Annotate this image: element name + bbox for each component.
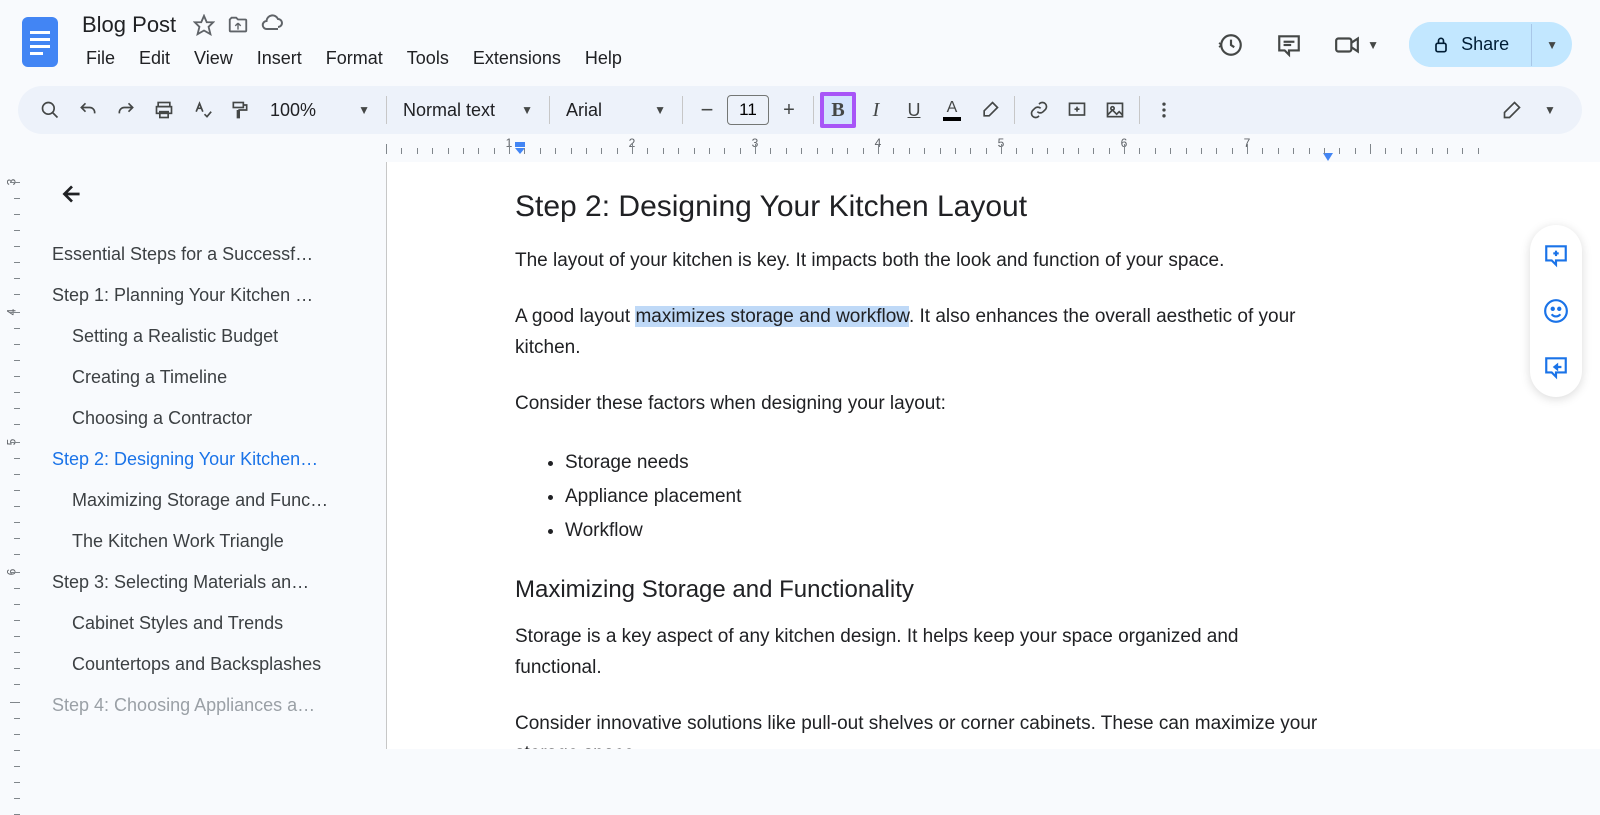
suggest-edits-icon[interactable] xyxy=(1538,349,1574,385)
vertical-ruler[interactable]: 3456 xyxy=(0,162,28,749)
docs-logo-icon[interactable] xyxy=(18,14,62,70)
separator xyxy=(682,96,683,124)
share-button[interactable]: Share xyxy=(1409,22,1531,67)
outline-item[interactable]: Creating a Timeline xyxy=(52,357,368,398)
paragraph[interactable]: The layout of your kitchen is key. It im… xyxy=(515,246,1325,276)
menu-help[interactable]: Help xyxy=(575,44,632,73)
history-icon[interactable] xyxy=(1217,31,1245,59)
zoom-select[interactable]: 100%▼ xyxy=(260,100,380,121)
paragraph[interactable]: Consider innovative solutions like pull-… xyxy=(515,709,1325,749)
outline-item[interactable]: Step 2: Designing Your Kitchen… xyxy=(52,439,368,480)
heading-step2[interactable]: Step 2: Designing Your Kitchen Layout xyxy=(515,190,1325,224)
separator xyxy=(1139,96,1140,124)
highlight-color-button[interactable] xyxy=(972,92,1008,128)
toolbar: 100%▼ Normal text▼ Arial▼ − 11 + B I U A… xyxy=(18,86,1582,134)
outline-item[interactable]: Cabinet Styles and Trends xyxy=(52,603,368,644)
separator xyxy=(813,96,814,124)
outline-item[interactable]: Setting a Realistic Budget xyxy=(52,316,368,357)
outline-item[interactable]: Step 3: Selecting Materials an… xyxy=(52,562,368,603)
add-comment-side-icon[interactable] xyxy=(1538,237,1574,273)
share-label: Share xyxy=(1461,34,1509,55)
side-tools xyxy=(1530,225,1582,397)
outline-item[interactable]: Step 4: Choosing Appliances a… xyxy=(52,685,368,726)
outline-item[interactable]: Maximizing Storage and Func… xyxy=(52,480,368,521)
document-title[interactable]: Blog Post xyxy=(76,10,182,40)
move-icon[interactable] xyxy=(226,13,250,37)
list-item[interactable]: Workflow xyxy=(565,514,1325,548)
font-size-increase[interactable]: + xyxy=(771,92,807,128)
menu-view[interactable]: View xyxy=(184,44,243,73)
paragraph[interactable]: Consider these factors when designing yo… xyxy=(515,389,1325,419)
search-icon[interactable] xyxy=(32,92,68,128)
menu-extensions[interactable]: Extensions xyxy=(463,44,571,73)
bullet-list[interactable]: Storage needs Appliance placement Workfl… xyxy=(565,446,1325,549)
menu-insert[interactable]: Insert xyxy=(247,44,312,73)
horizontal-ruler[interactable]: 1234567 xyxy=(386,134,1600,162)
font-size-decrease[interactable]: − xyxy=(689,92,725,128)
more-icon[interactable] xyxy=(1146,92,1182,128)
add-comment-icon[interactable] xyxy=(1059,92,1095,128)
list-item[interactable]: Appliance placement xyxy=(565,480,1325,514)
share-dropdown[interactable]: ▼ xyxy=(1531,24,1572,66)
chevron-down-icon[interactable]: ▼ xyxy=(1367,38,1379,52)
paragraph[interactable]: A good layout maximizes storage and work… xyxy=(515,302,1325,363)
print-icon[interactable] xyxy=(146,92,182,128)
font-size-input[interactable]: 11 xyxy=(727,95,769,125)
menu-edit[interactable]: Edit xyxy=(129,44,180,73)
undo-icon[interactable] xyxy=(70,92,106,128)
spellcheck-icon[interactable] xyxy=(184,92,220,128)
outline-item[interactable]: Step 1: Planning Your Kitchen … xyxy=(52,275,368,316)
outline-item[interactable]: Essential Steps for a Successf… xyxy=(52,234,368,275)
document-page[interactable]: Step 2: Designing Your Kitchen Layout Th… xyxy=(386,162,1600,749)
emoji-reaction-icon[interactable] xyxy=(1538,293,1574,329)
outline-back-button[interactable] xyxy=(52,174,92,214)
editing-mode-dropdown[interactable]: ▼ xyxy=(1532,92,1568,128)
meet-icon[interactable] xyxy=(1333,31,1361,59)
menu-tools[interactable]: Tools xyxy=(397,44,459,73)
outline-item[interactable]: Choosing a Contractor xyxy=(52,398,368,439)
separator xyxy=(549,96,550,124)
cloud-status-icon[interactable] xyxy=(260,13,284,37)
menu-file[interactable]: File xyxy=(76,44,125,73)
paint-format-icon[interactable] xyxy=(222,92,258,128)
bold-button[interactable]: B xyxy=(820,92,856,128)
separator xyxy=(1014,96,1015,124)
star-icon[interactable] xyxy=(192,13,216,37)
menu-format[interactable]: Format xyxy=(316,44,393,73)
insert-image-icon[interactable] xyxy=(1097,92,1133,128)
style-select[interactable]: Normal text▼ xyxy=(393,100,543,121)
menu-bar: File Edit View Insert Format Tools Exten… xyxy=(76,42,1217,74)
selected-text[interactable]: maximizes storage and workflow xyxy=(635,306,909,327)
redo-icon[interactable] xyxy=(108,92,144,128)
font-select[interactable]: Arial▼ xyxy=(556,100,676,121)
text-color-button[interactable]: A xyxy=(934,92,970,128)
separator xyxy=(386,96,387,124)
paragraph[interactable]: Storage is a key aspect of any kitchen d… xyxy=(515,622,1325,683)
heading-maximizing[interactable]: Maximizing Storage and Functionality xyxy=(515,576,1325,604)
outline-panel: Essential Steps for a Successf…Step 1: P… xyxy=(28,162,386,749)
editing-mode-icon[interactable] xyxy=(1494,92,1530,128)
comments-icon[interactable] xyxy=(1275,31,1303,59)
outline-item[interactable]: The Kitchen Work Triangle xyxy=(52,521,368,562)
insert-link-icon[interactable] xyxy=(1021,92,1057,128)
italic-button[interactable]: I xyxy=(858,92,894,128)
underline-button[interactable]: U xyxy=(896,92,932,128)
outline-item[interactable]: Countertops and Backsplashes xyxy=(52,644,368,685)
list-item[interactable]: Storage needs xyxy=(565,446,1325,480)
